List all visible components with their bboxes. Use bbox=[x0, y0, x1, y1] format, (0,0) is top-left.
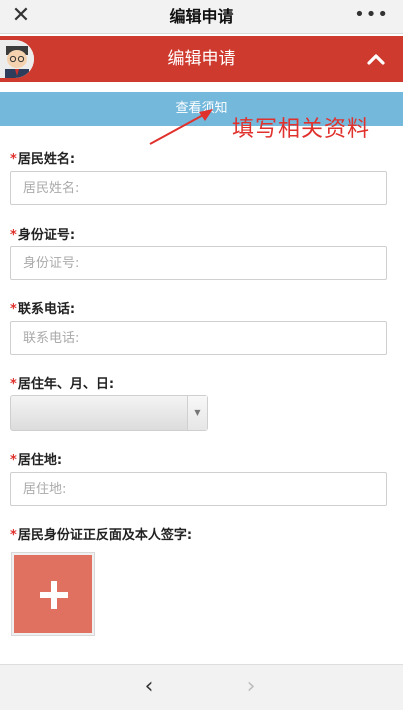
window-title-bar: ✕ 编辑申请 ••• bbox=[0, 0, 403, 34]
residence-date-select[interactable]: ▼ bbox=[10, 395, 208, 431]
id-number-input[interactable] bbox=[11, 247, 386, 279]
chevron-down-icon[interactable]: ▼ bbox=[187, 396, 207, 430]
forward-arrow-icon[interactable]: › bbox=[238, 673, 264, 701]
address-label: *居住地: bbox=[10, 453, 63, 468]
bottom-nav-bar: ‹ › bbox=[0, 664, 403, 710]
more-options-icon[interactable]: ••• bbox=[354, 0, 389, 34]
section-header[interactable]: 编辑申请 bbox=[0, 36, 403, 82]
address-field[interactable] bbox=[10, 472, 387, 506]
address-input[interactable] bbox=[11, 473, 386, 505]
id-number-label: *身份证号: bbox=[10, 228, 76, 243]
phone-field[interactable] bbox=[10, 321, 387, 355]
required-mark: * bbox=[10, 528, 17, 543]
annotation-text: 填写相关资料 bbox=[232, 117, 371, 142]
name-field[interactable] bbox=[10, 171, 387, 205]
required-mark: * bbox=[10, 228, 17, 243]
id-number-field[interactable] bbox=[10, 246, 387, 280]
window-title: 编辑申请 bbox=[169, 7, 234, 26]
required-mark: * bbox=[10, 453, 17, 468]
required-mark: * bbox=[10, 152, 17, 167]
name-input[interactable] bbox=[11, 172, 386, 204]
required-mark: * bbox=[10, 377, 17, 392]
section-title: 编辑申请 bbox=[167, 49, 236, 69]
id-upload-button[interactable] bbox=[11, 552, 95, 636]
residence-date-label: *居住年、月、日: bbox=[10, 377, 115, 392]
phone-label: *联系电话: bbox=[10, 302, 76, 317]
plus-icon bbox=[51, 581, 57, 609]
name-label: *居民姓名: bbox=[10, 152, 76, 167]
back-arrow-icon[interactable]: ‹ bbox=[136, 673, 162, 701]
chevron-up-icon[interactable] bbox=[365, 48, 387, 70]
id-upload-label: *居民身份证正反面及本人签字: bbox=[10, 528, 193, 543]
phone-input[interactable] bbox=[11, 322, 386, 354]
required-mark: * bbox=[10, 302, 17, 317]
